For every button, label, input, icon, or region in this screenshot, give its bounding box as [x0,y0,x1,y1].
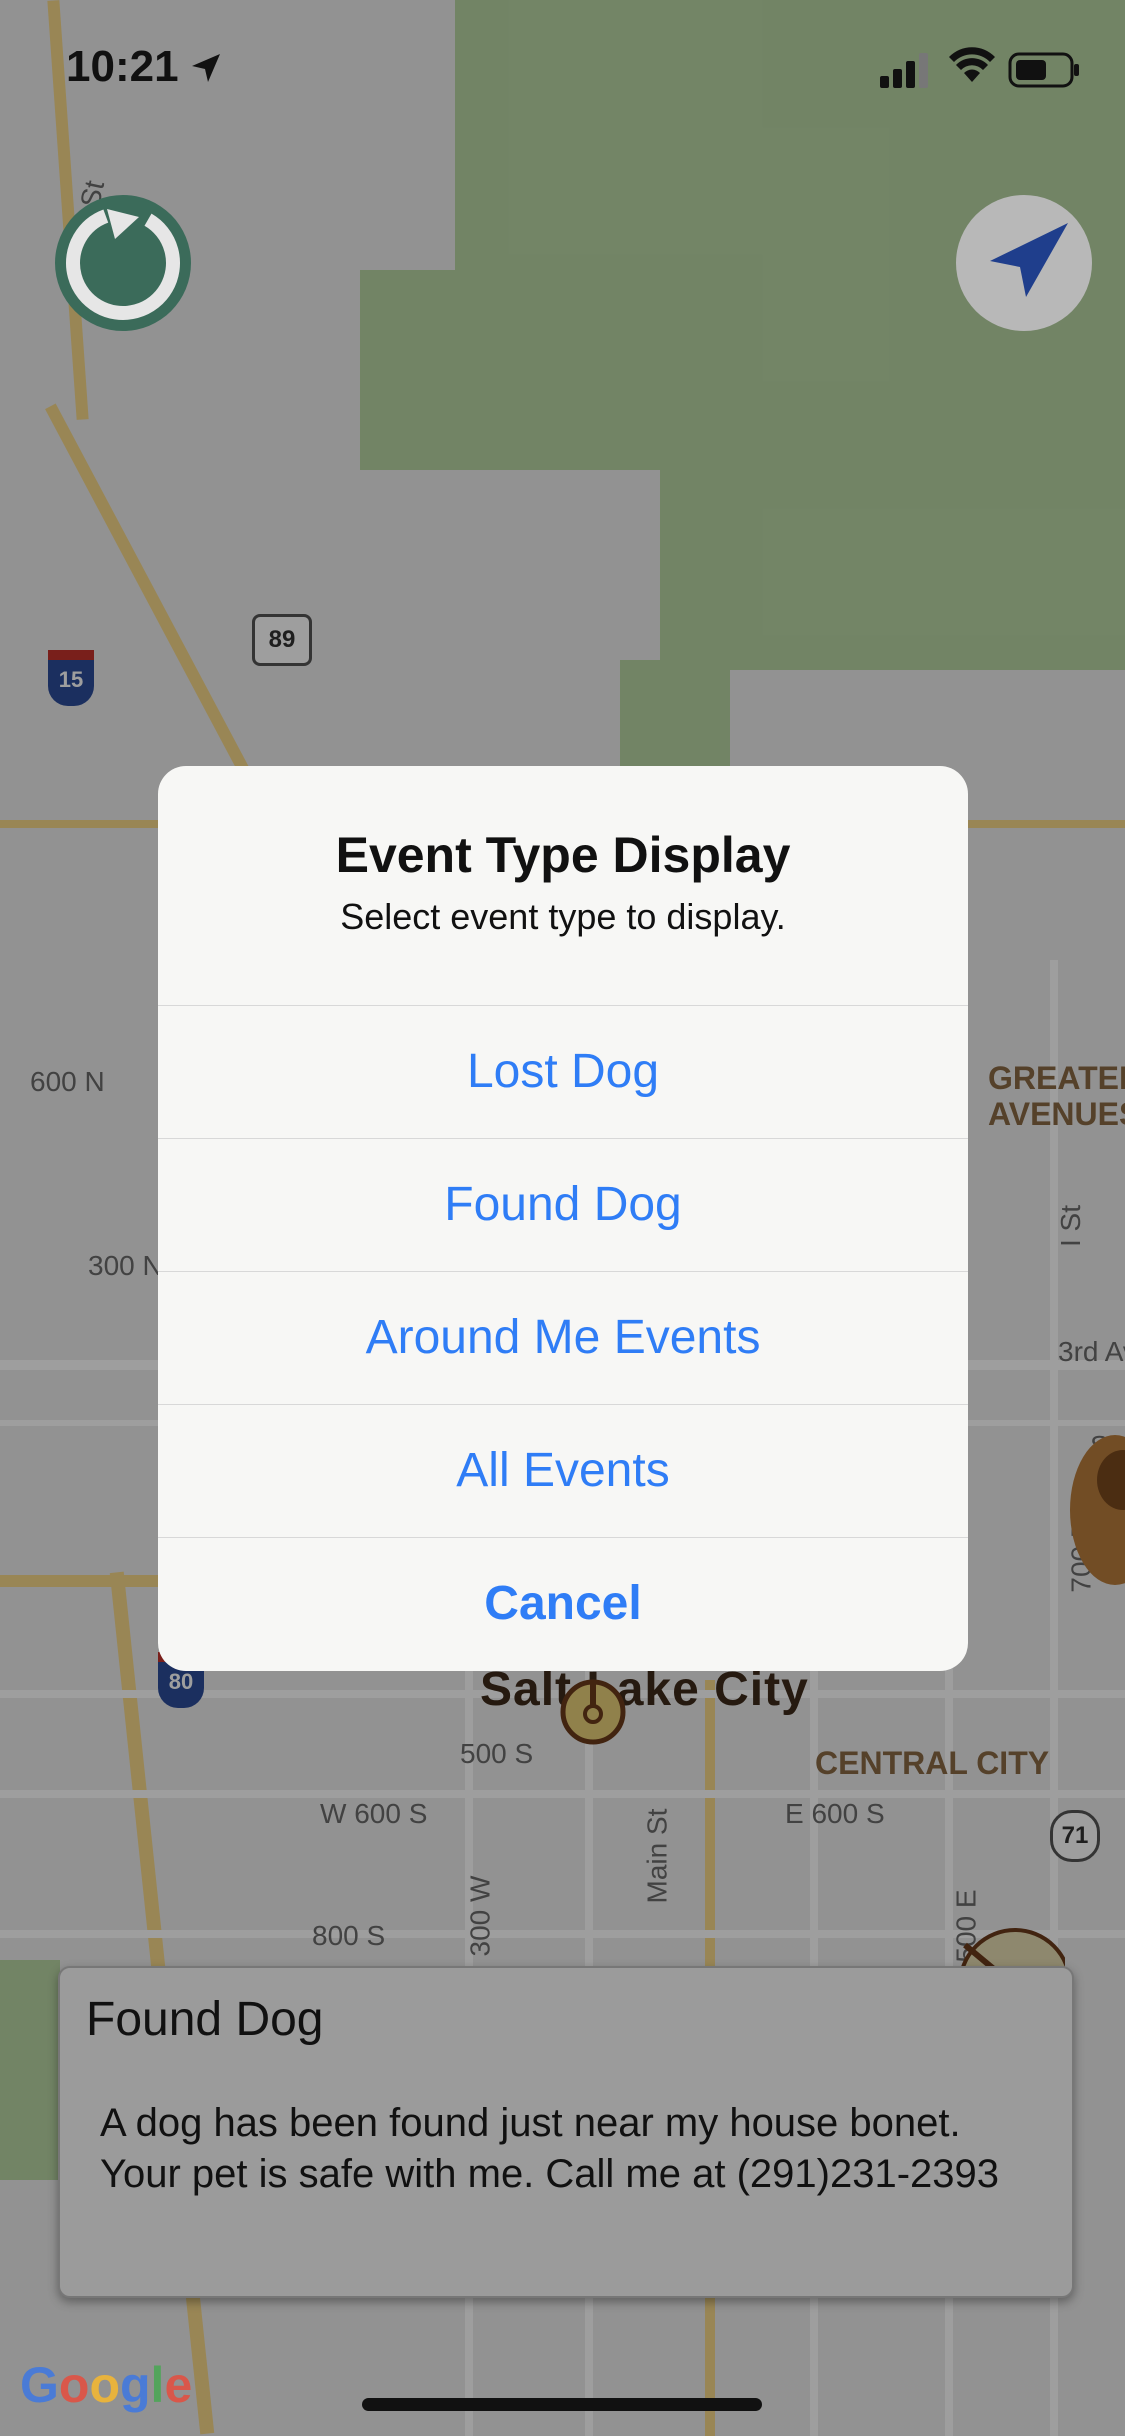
cellular-signal-icon [880,53,928,88]
status-bar: 10:21 [0,0,1125,140]
lost-dog-button[interactable]: Lost Dog [158,1005,968,1138]
battery-icon [1008,52,1079,88]
wifi-icon [949,47,995,82]
cancel-button[interactable]: Cancel [158,1537,968,1670]
dialog-message: Select event type to display. [340,896,786,937]
event-type-dialog: Event Type Display Select event type to … [158,766,968,1671]
status-time: 10:21 [66,42,179,91]
refresh-icon [66,206,180,320]
navigation-arrow-icon [990,223,1068,297]
around-me-events-button[interactable]: Around Me Events [158,1271,968,1404]
location-arrow-icon [192,54,220,82]
event-info-card[interactable]: Found Dog A dog has been found just near… [58,1966,1074,2298]
found-dog-button[interactable]: Found Dog [158,1138,968,1271]
card-description: A dog has been found just near my house … [100,2101,1000,2196]
my-location-button[interactable] [956,195,1092,331]
dialog-title: Event Type Display [335,827,791,883]
card-title: Found Dog [86,1993,324,2046]
home-indicator[interactable] [362,2398,762,2411]
all-events-button[interactable]: All Events [158,1404,968,1537]
google-logo: Google [20,2357,193,2413]
refresh-button[interactable] [55,195,191,331]
